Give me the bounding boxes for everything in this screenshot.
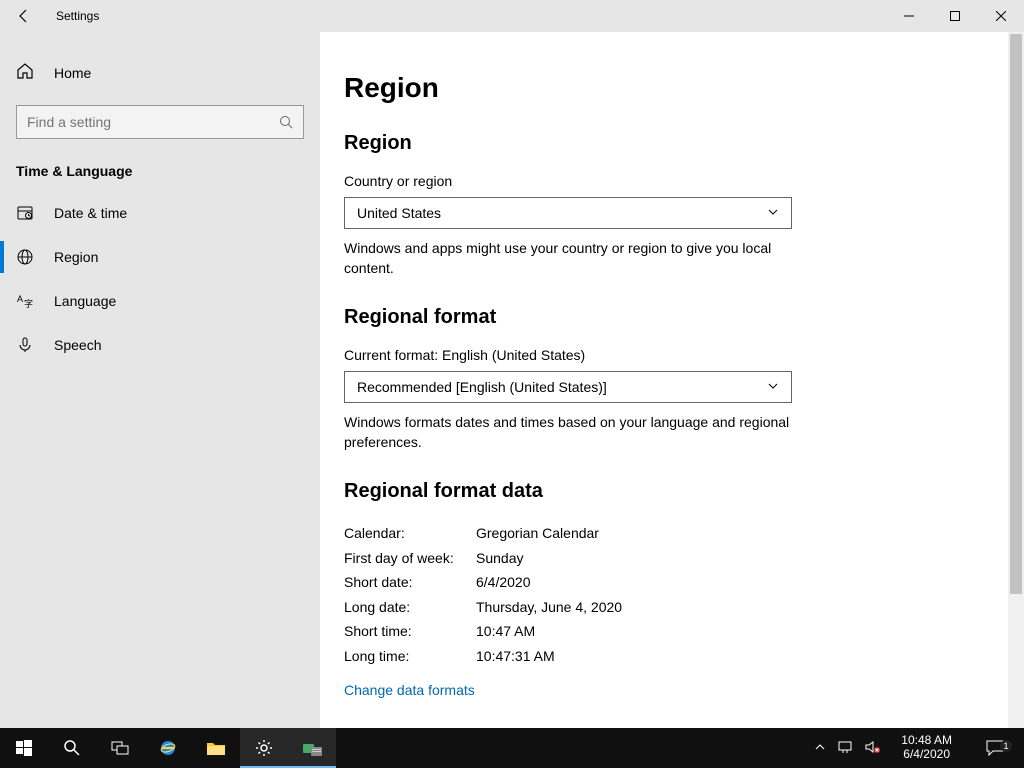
search-icon — [63, 739, 81, 757]
volume-muted-icon — [865, 740, 881, 754]
notification-count: 1 — [1000, 740, 1012, 752]
start-button[interactable] — [0, 728, 48, 768]
tray-network-icon[interactable] — [837, 740, 853, 757]
globe-icon — [16, 248, 34, 266]
sidebar-group-title: Time & Language — [0, 155, 320, 191]
windows-icon — [16, 740, 32, 756]
maximize-button[interactable] — [932, 0, 978, 32]
content: Region Region Country or region United S… — [320, 32, 1024, 728]
search-icon — [279, 115, 293, 129]
sidebar-item-date-time[interactable]: Date & time — [0, 191, 320, 235]
format-data-row: Short date:6/4/2020 — [344, 570, 840, 595]
section-format-data-heading: Regional format data — [344, 480, 840, 503]
tray-expand-button[interactable] — [815, 741, 825, 755]
sidebar-home[interactable]: Home — [0, 52, 320, 93]
chevron-down-icon — [767, 205, 779, 221]
country-select[interactable]: United States — [344, 197, 792, 229]
country-select-value: United States — [357, 205, 441, 221]
taskbar-search-button[interactable] — [48, 728, 96, 768]
close-icon — [996, 11, 1006, 21]
microphone-icon — [16, 336, 34, 354]
tray-volume-icon[interactable] — [865, 740, 881, 757]
home-icon — [16, 62, 34, 83]
section-format-heading: Regional format — [344, 306, 840, 329]
window-title: Settings — [48, 9, 99, 23]
task-view-button[interactable] — [96, 728, 144, 768]
sidebar-item-speech[interactable]: Speech — [0, 323, 320, 367]
format-data-row: Long time:10:47:31 AM — [344, 644, 840, 669]
taskbar-ie[interactable] — [144, 728, 192, 768]
search-input[interactable] — [27, 114, 279, 130]
language-icon: A字 — [16, 292, 34, 310]
sidebar-item-label: Speech — [54, 337, 101, 353]
section-region-heading: Region — [344, 132, 840, 155]
format-data-row: Calendar:Gregorian Calendar — [344, 521, 840, 546]
svg-text:字: 字 — [24, 298, 33, 309]
sidebar-item-language[interactable]: A字 Language — [0, 279, 320, 323]
page-title: Region — [344, 72, 840, 104]
svg-text:A: A — [17, 294, 23, 304]
taskbar-explorer[interactable] — [192, 728, 240, 768]
minimize-icon — [904, 11, 914, 21]
ie-icon — [158, 738, 178, 758]
scrollbar[interactable] — [1008, 32, 1024, 728]
taskbar-settings[interactable] — [240, 728, 288, 768]
arrow-left-icon — [16, 8, 32, 24]
chevron-down-icon — [767, 379, 779, 395]
sidebar: Home Time & Language Date & time Region … — [0, 32, 320, 728]
network-icon — [837, 740, 853, 754]
minimize-button[interactable] — [886, 0, 932, 32]
country-help-text: Windows and apps might use your country … — [344, 239, 792, 278]
format-select-value: Recommended [English (United States)] — [357, 379, 607, 395]
search-box[interactable] — [16, 105, 304, 139]
task-view-icon — [111, 741, 129, 755]
action-center-button[interactable]: 1 — [972, 740, 1018, 756]
server-icon — [302, 739, 322, 757]
format-data-row: Short time:10:47 AM — [344, 619, 840, 644]
sidebar-item-label: Region — [54, 249, 98, 265]
chevron-up-icon — [815, 742, 825, 752]
back-button[interactable] — [0, 0, 48, 32]
gear-icon — [255, 739, 273, 757]
country-label: Country or region — [344, 173, 840, 189]
titlebar: Settings — [0, 0, 1024, 32]
change-data-formats-link[interactable]: Change data formats — [344, 682, 475, 698]
format-data-row: First day of week:Sunday — [344, 546, 840, 571]
format-select[interactable]: Recommended [English (United States)] — [344, 371, 792, 403]
format-data-row: Long date:Thursday, June 4, 2020 — [344, 595, 840, 620]
taskbar-clock[interactable]: 10:48 AM 6/4/2020 — [893, 734, 960, 762]
system-tray: 10:48 AM 6/4/2020 1 — [809, 728, 1024, 768]
calendar-clock-icon — [16, 204, 34, 222]
sidebar-home-label: Home — [54, 65, 91, 81]
taskbar: 10:48 AM 6/4/2020 1 — [0, 728, 1024, 768]
scrollbar-thumb[interactable] — [1010, 34, 1022, 594]
maximize-icon — [950, 11, 960, 21]
current-format: Current format: English (United States) — [344, 347, 840, 363]
sidebar-item-label: Date & time — [54, 205, 127, 221]
sidebar-item-label: Language — [54, 293, 116, 309]
close-button[interactable] — [978, 0, 1024, 32]
taskbar-server-manager[interactable] — [288, 728, 336, 768]
format-help-text: Windows formats dates and times based on… — [344, 413, 792, 452]
sidebar-item-region[interactable]: Region — [0, 235, 320, 279]
folder-icon — [206, 740, 226, 756]
